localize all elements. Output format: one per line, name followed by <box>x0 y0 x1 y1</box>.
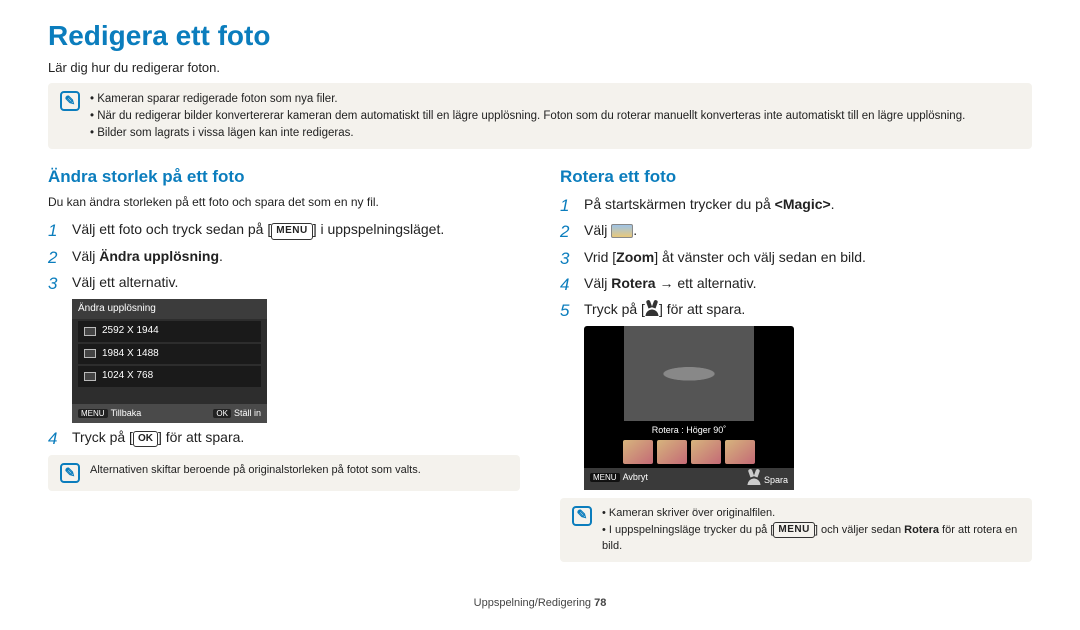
note-item: Kameran skriver över originalfilen. <box>602 506 1020 522</box>
right-column: Rotera ett foto På startskärmen trycker … <box>560 165 1032 578</box>
right-step-4: Välj Rotera → ett alternativ. <box>560 273 1032 293</box>
resolution-option[interactable]: 1984 X 1488 <box>78 344 261 365</box>
left-step-2: Välj Ändra upplösning. <box>48 246 520 266</box>
right-step-3: Vrid [Zoom] åt vänster och välj sedan en… <box>560 247 1032 267</box>
rotate-preview <box>624 326 754 421</box>
resolution-thumb-icon <box>84 327 96 336</box>
note-icon: ✎ <box>60 91 80 111</box>
page-intro: Lär dig hur du redigerar foton. <box>48 59 1032 78</box>
left-note: ✎ Alternativen skiftar beroende på origi… <box>48 455 520 491</box>
resolution-thumb-icon <box>84 349 96 358</box>
right-step-1: På startskärmen trycker du på <Magic>. <box>560 194 1032 214</box>
dialog-save[interactable]: Spara <box>747 471 788 487</box>
thumb[interactable] <box>657 440 687 464</box>
right-step-5: Tryck på [] för att spara. <box>560 299 1032 319</box>
menu-icon: MENU <box>271 223 312 240</box>
dialog-header: Ändra upplösning <box>72 299 267 320</box>
right-step-2: Välj . <box>560 220 1032 240</box>
note-item: I uppspelningsläge trycker du på [MENU] … <box>602 522 1020 555</box>
top-note: ✎ Kameran sparar redigerade foton som ny… <box>48 83 1032 149</box>
left-column: Ändra storlek på ett foto Du kan ändra s… <box>48 165 520 578</box>
note-item: När du redigerar bilder konvertererar ka… <box>90 108 965 125</box>
note-icon: ✎ <box>60 463 80 483</box>
rotate-caption: Rotera : Höger 90˚ <box>584 423 794 440</box>
right-note: ✎ Kameran skriver över originalfilen. I … <box>560 498 1032 563</box>
thumb[interactable] <box>623 440 653 464</box>
dialog-back[interactable]: MENUTillbaka <box>78 407 141 420</box>
magic-mode-icon <box>611 224 633 238</box>
menu-icon: MENU <box>773 522 814 539</box>
resolution-option[interactable]: 2592 X 1944 <box>78 321 261 342</box>
page-title: Redigera ett foto <box>48 16 1032 57</box>
resolution-option[interactable]: 1024 X 768 <box>78 366 261 387</box>
rotate-thumbs <box>584 440 794 468</box>
right-heading: Rotera ett foto <box>560 165 1032 190</box>
left-step-4: Tryck på [OK] för att spara. <box>48 427 520 448</box>
resolution-thumb-icon <box>84 372 96 381</box>
note-icon: ✎ <box>572 506 592 526</box>
resolution-dialog: Ändra upplösning 2592 X 1944 1984 X 1488… <box>72 299 267 423</box>
thumb[interactable] <box>725 440 755 464</box>
note-item: Bilder som lagrats i vissa lägen kan int… <box>90 125 965 142</box>
save-icon <box>747 471 761 485</box>
left-step-3: Välj ett alternativ. <box>48 272 520 292</box>
thumb[interactable] <box>691 440 721 464</box>
page-footer: Uppspelning/Redigering 78 <box>48 596 1032 612</box>
save-icon <box>645 302 659 316</box>
ok-icon: OK <box>133 431 158 448</box>
left-heading: Ändra storlek på ett foto <box>48 165 520 190</box>
dialog-cancel[interactable]: MENUAvbryt <box>590 471 648 487</box>
left-subtext: Du kan ändra storleken på ett foto och s… <box>48 194 520 211</box>
left-step-1: Välj ett foto och tryck sedan på [MENU] … <box>48 219 520 240</box>
dialog-set[interactable]: OKStäll in <box>213 407 261 420</box>
rotate-dialog: Rotera : Höger 90˚ MENUAvbryt Spara <box>584 326 794 490</box>
note-item: Kameran sparar redigerade foton som nya … <box>90 91 965 108</box>
